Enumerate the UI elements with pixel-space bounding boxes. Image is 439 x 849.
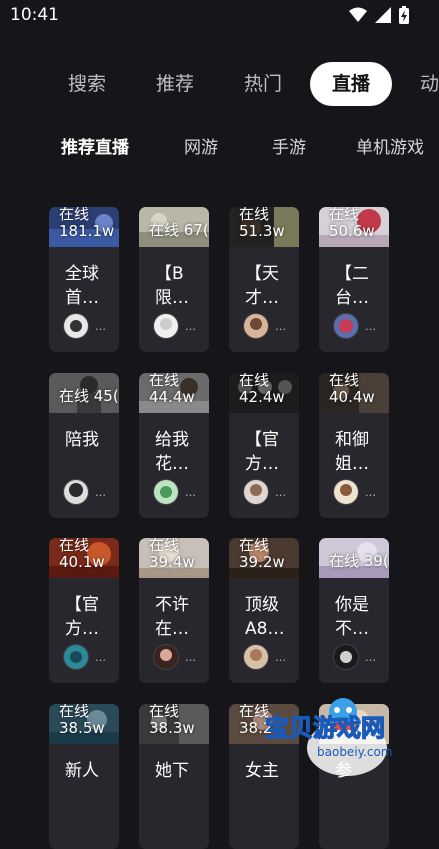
stream-title: 顶级 A8… <box>245 595 285 639</box>
stream-title: 【官 方… <box>245 430 279 474</box>
stream-card[interactable]: 在线 67( 【B 限… … <box>139 207 209 352</box>
host-avatar <box>333 644 359 670</box>
watermark-text: 宝贝游戏网 <box>265 714 385 742</box>
host-name: … <box>365 320 376 333</box>
host-name: … <box>365 651 376 664</box>
online-count: 在线 38.5w <box>59 704 105 737</box>
host-avatar <box>243 479 269 505</box>
stream-card[interactable]: 在线 38.3w 她下 <box>139 704 209 849</box>
stream-title: 【天 才… <box>245 264 279 308</box>
host-name: … <box>185 320 196 333</box>
stream-card[interactable]: 在线 51.3w 【天 才… … <box>229 207 299 352</box>
host-name: … <box>95 320 106 333</box>
online-count: 在线 38.3w <box>149 704 195 737</box>
stream-title: 【B 限… <box>155 264 189 308</box>
online-count: 在线 67( <box>149 221 209 239</box>
stream-card[interactable]: 在线 50.6w 【二 台… … <box>319 207 389 352</box>
stream-card[interactable]: 在线 42.4w 【官 方… … <box>229 373 299 518</box>
stream-grid: 在线 181.1w 全球 首… … 在线 67( 【B 限… … 在线 51.3… <box>0 0 439 849</box>
watermark-logo: 宝贝游戏网 baobeiy.com <box>255 690 439 780</box>
stream-title: 【二 台… <box>335 264 369 308</box>
host-avatar <box>243 313 269 339</box>
stream-title: 【官 方… <box>65 595 99 639</box>
host-avatar <box>63 644 89 670</box>
stream-title: 她下 <box>155 761 189 781</box>
online-count: 在线 39( <box>329 552 389 570</box>
stream-title: 不许 在… <box>155 595 189 639</box>
stream-title: 全球 首… <box>65 264 99 308</box>
watermark-url: baobeiy.com <box>317 745 392 759</box>
online-count: 在线 50.6w <box>329 207 375 240</box>
host-name: … <box>275 651 286 664</box>
online-count: 在线 40.4w <box>329 373 375 406</box>
watermark-graphic: 宝贝游戏网 baobeiy.com <box>264 698 392 776</box>
host-name: … <box>95 486 106 499</box>
stream-card[interactable]: 在线 39.2w 顶级 A8… … <box>229 538 299 683</box>
host-avatar <box>333 313 359 339</box>
online-count: 在线 181.1w <box>59 207 115 240</box>
stream-card[interactable]: 在线 45( 陪我 … <box>49 373 119 518</box>
host-name: … <box>185 486 196 499</box>
stream-card[interactable]: 在线 40.1w 【官 方… … <box>49 538 119 683</box>
stream-card[interactable]: 在线 39.4w 不许 在… … <box>139 538 209 683</box>
online-count: 在线 39.2w <box>239 538 285 571</box>
stream-card[interactable]: 在线 44.4w 给我 花… … <box>139 373 209 518</box>
host-avatar <box>333 479 359 505</box>
stream-card[interactable]: 在线 38.5w 新人 <box>49 704 119 849</box>
online-count: 在线 44.4w <box>149 373 195 406</box>
online-count: 在线 45( <box>59 387 119 405</box>
stream-card[interactable]: 在线 181.1w 全球 首… … <box>49 207 119 352</box>
host-avatar <box>153 313 179 339</box>
host-name: … <box>275 320 286 333</box>
host-name: … <box>185 651 196 664</box>
host-avatar <box>63 313 89 339</box>
online-count: 在线 40.1w <box>59 538 105 571</box>
stream-card[interactable]: 在线 39( 你是 不… … <box>319 538 389 683</box>
host-name: … <box>275 486 286 499</box>
online-count: 在线 51.3w <box>239 207 285 240</box>
stream-title: 陪我 <box>65 430 99 450</box>
host-name: … <box>365 486 376 499</box>
stream-title: 给我 花… <box>155 430 189 474</box>
host-avatar <box>243 644 269 670</box>
stream-title: 和御 姐… <box>335 430 369 474</box>
host-avatar <box>153 644 179 670</box>
host-avatar <box>63 479 89 505</box>
host-name: … <box>95 651 106 664</box>
stream-title: 你是 不… <box>335 595 369 639</box>
stream-title: 新人 <box>65 761 99 781</box>
online-count: 在线 39.4w <box>149 538 195 571</box>
stream-card[interactable]: 在线 40.4w 和御 姐… … <box>319 373 389 518</box>
online-count: 在线 42.4w <box>239 373 285 406</box>
host-avatar <box>153 479 179 505</box>
